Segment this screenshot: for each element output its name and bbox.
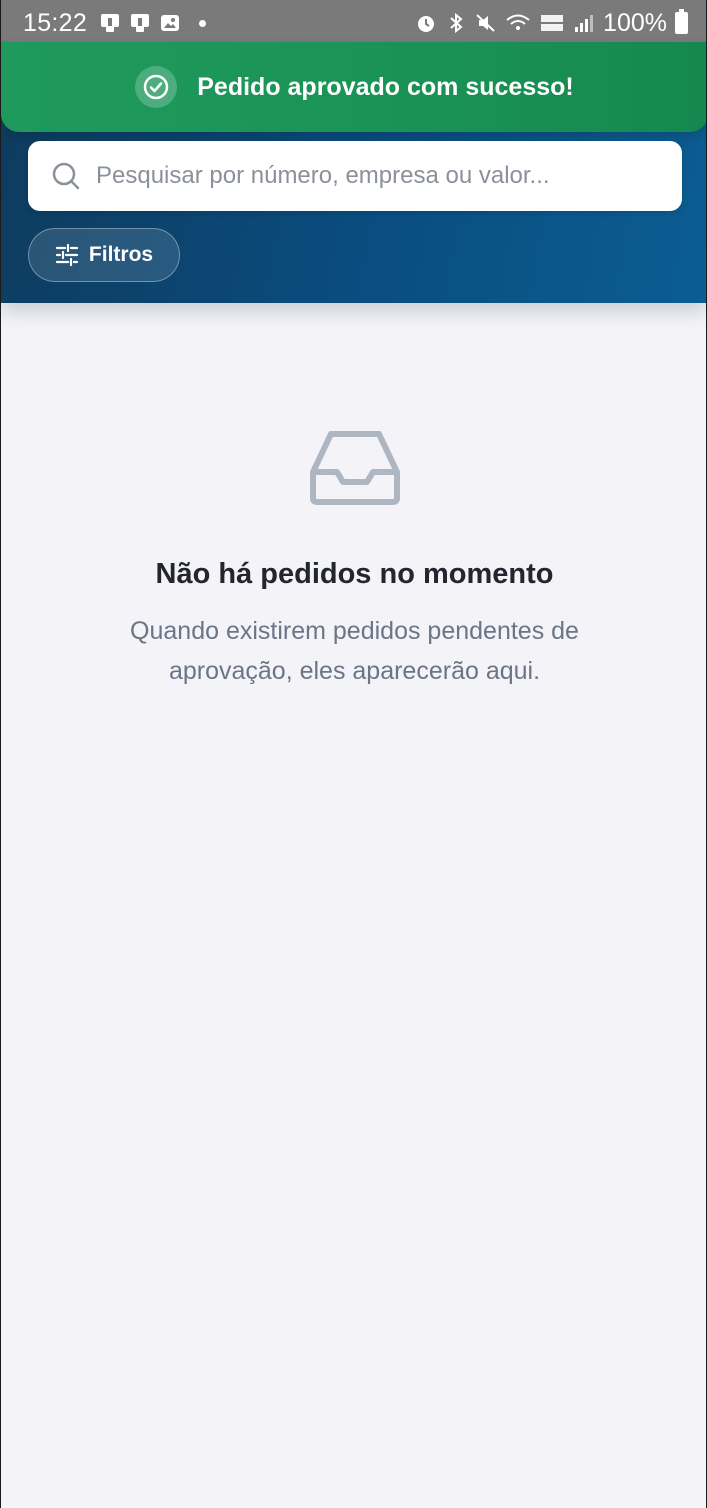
check-circle-icon xyxy=(135,66,178,108)
gallery-icon xyxy=(161,15,180,31)
search-input[interactable] xyxy=(96,162,656,190)
sliders-icon xyxy=(55,243,79,267)
filters-label: Filtros xyxy=(88,243,154,266)
status-bar-right: 100% xyxy=(415,9,688,38)
bluetooth-icon xyxy=(450,12,463,34)
signal-icon xyxy=(575,15,594,32)
search-icon xyxy=(52,162,80,190)
status-bar-left: 15:22 xyxy=(23,8,207,38)
app-screen: 15:22 100% Pedido aprovado com sucesso! … xyxy=(0,0,707,1508)
search-bar[interactable] xyxy=(28,141,682,211)
status-time: 15:22 xyxy=(23,8,88,37)
battery-percent: 100% xyxy=(603,8,667,37)
empty-state: Não há pedidos no momento Quando existir… xyxy=(1,430,706,691)
filters-button[interactable]: Filtros xyxy=(28,228,180,282)
more-notifications-dot xyxy=(199,19,207,27)
notification-app-icon xyxy=(131,14,150,32)
inbox-icon xyxy=(309,431,400,505)
alarm-icon xyxy=(418,16,435,32)
notification-app-icon xyxy=(101,14,120,32)
mute-icon xyxy=(476,14,495,32)
success-toast[interactable]: Pedido aprovado com sucesso! xyxy=(1,42,706,132)
wifi-icon xyxy=(506,14,530,30)
volte-icon xyxy=(541,15,564,31)
empty-state-title: Não há pedidos no momento xyxy=(155,558,554,590)
battery-icon xyxy=(675,9,688,34)
empty-state-description: Quando existirem pedidos pendentes de ap… xyxy=(130,617,579,685)
status-bar: 15:22 100% xyxy=(1,0,706,46)
toast-message: Pedido aprovado com sucesso! xyxy=(197,72,574,101)
